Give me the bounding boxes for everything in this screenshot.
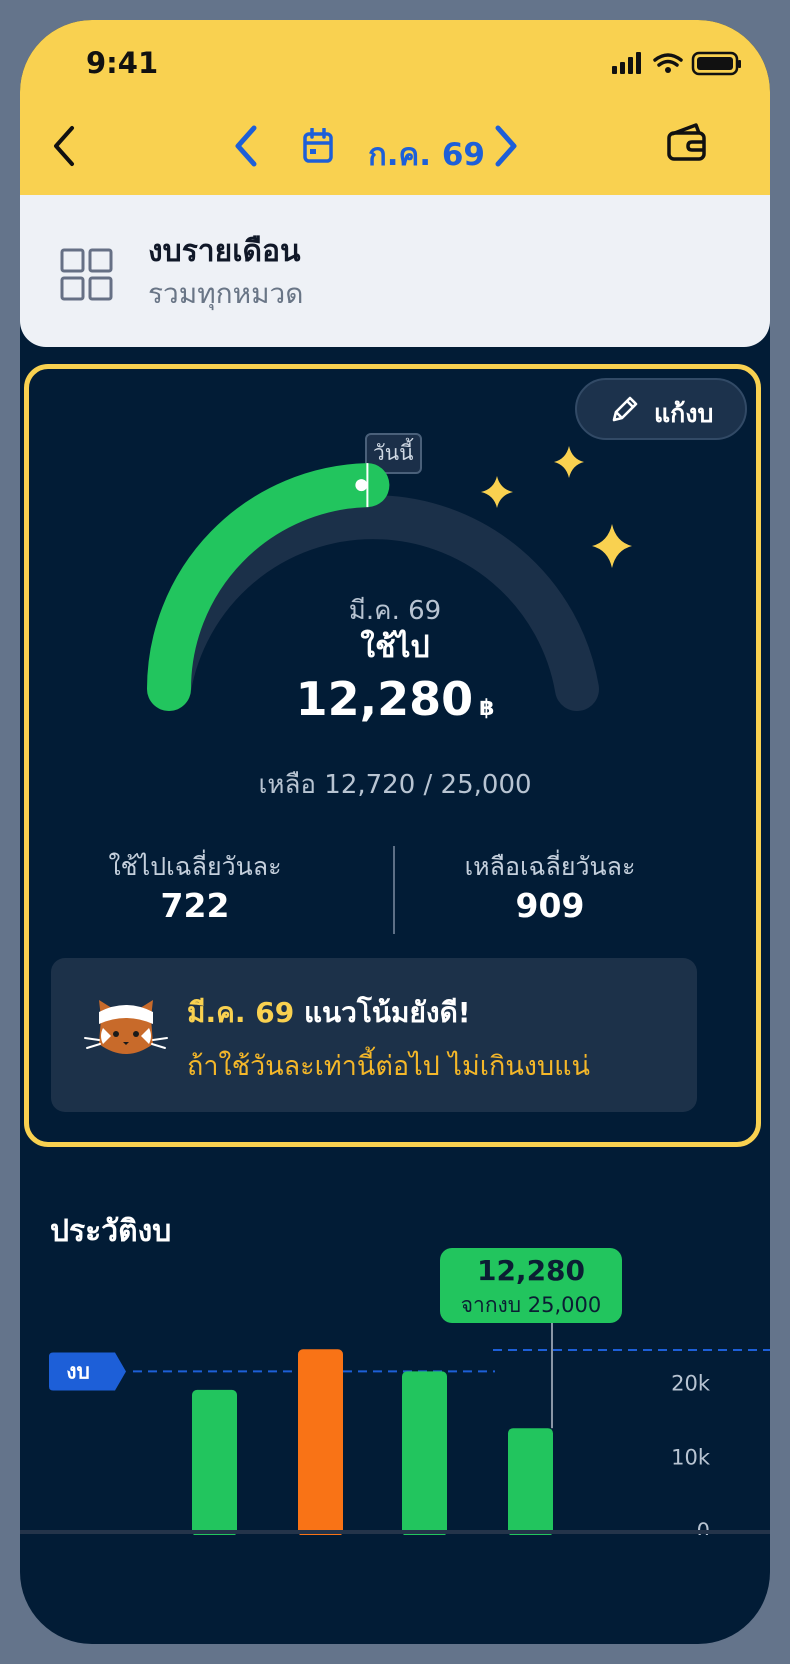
battery-icon [691, 51, 741, 76]
edit-budget-button[interactable]: แก้งบ [575, 378, 747, 440]
next-month-button[interactable] [490, 124, 520, 172]
stats-divider [393, 846, 395, 934]
tooltip-sub: จากงบ 25,000 [461, 1293, 602, 1317]
top-bar: 9:41 ก.ค. 69 [20, 20, 770, 195]
avg-spent-label: ใช้ไปเฉลี่ยวันละ [108, 852, 282, 881]
budget-header-card[interactable]: งบรายเดือน รวมทุกหมวด [20, 195, 770, 347]
sparkle-icon [592, 524, 632, 568]
trend-tip-box: มี.ค. 69 แนวโน้มยังดี! ถ้าใช้วันละเท่านี… [51, 958, 697, 1112]
tooltip: 12,280 จากงบ 25,000 [440, 1248, 622, 1323]
wallet-button[interactable] [666, 122, 708, 166]
calendar-icon [303, 127, 333, 163]
next-month-icon [495, 125, 517, 167]
chart-baseline [20, 1530, 770, 1534]
tip-headline-text: แนวโน้มยังดี! [303, 996, 471, 1029]
sparkle-icon [481, 476, 513, 508]
tip-message: ถ้าใช้วันละเท่านี้ต่อไป ไม่เกินงบแน่ [187, 1051, 590, 1082]
phone-screen: 9:41 ก.ค. 69 งบรายเดือน รวมทุกหมวด แก้งบ… [20, 20, 770, 1644]
budget-tag-label: งบ [66, 1359, 90, 1383]
back-button[interactable] [50, 124, 80, 172]
avg-left-value: 909 [515, 886, 585, 925]
y-tick-label: 20k [671, 1372, 711, 1396]
chart-bar[interactable] [508, 1428, 553, 1535]
pencil-icon [612, 396, 638, 422]
gauge-amount: 12,280 ฿ [20, 672, 770, 726]
wifi-icon [653, 53, 683, 73]
bars-group [192, 1349, 553, 1535]
back-chevron-icon [54, 126, 74, 166]
grid-icon [60, 248, 113, 301]
status-time: 9:41 [86, 46, 159, 80]
chart-bar[interactable] [402, 1371, 447, 1535]
tooltip-value: 12,280 [477, 1254, 585, 1287]
cat-mascot-icon [84, 1000, 168, 1054]
budget-tag: งบ [49, 1352, 126, 1391]
spent-amount: 12,280 [295, 672, 474, 726]
prev-month-icon [235, 125, 257, 167]
tip-headline: มี.ค. 69 แนวโน้มยังดี! [187, 991, 471, 1035]
prev-month-button[interactable] [232, 124, 262, 172]
sparkle-icon [554, 446, 584, 478]
chart-bar[interactable] [192, 1389, 237, 1535]
tip-month: มี.ค. 69 [187, 996, 295, 1029]
today-dot [355, 479, 368, 492]
signal-icon [612, 52, 641, 74]
y-tick-label: 10k [671, 1445, 711, 1469]
gauge-used-label: ใช้ไป [360, 630, 430, 665]
card-title: งบรายเดือน [148, 234, 301, 269]
status-icons [612, 50, 742, 84]
budget-history-chart: 010k20k งบ 12,280 จากงบ 25,000 [49, 1248, 770, 1536]
edit-budget-label: แก้งบ [654, 399, 714, 428]
chart-bar[interactable] [298, 1349, 343, 1535]
card-subtitle: รวมทุกหมวด [148, 277, 304, 310]
month-picker[interactable] [302, 127, 334, 168]
current-month-label[interactable]: ก.ค. 69 [368, 129, 485, 179]
y-ticks: 010k20k [671, 1372, 711, 1536]
avg-left-label: เหลือเฉลี่ยวันละ [464, 852, 636, 881]
remaining-of-budget: เหลือ 12,720 / 25,000 [258, 770, 532, 800]
currency-symbol: ฿ [479, 696, 495, 721]
wallet-icon [667, 123, 706, 161]
avg-spent-value: 722 [160, 886, 230, 925]
